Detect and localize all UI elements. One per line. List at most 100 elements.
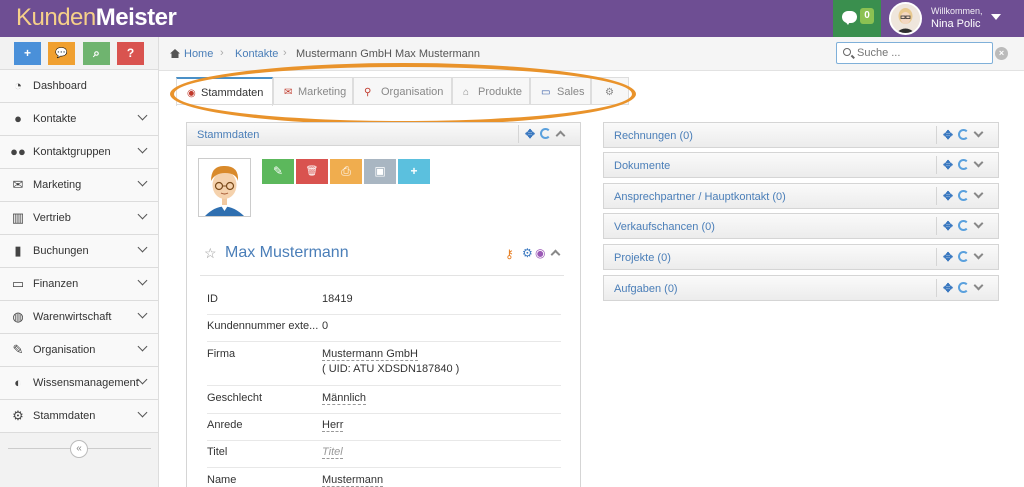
- panel-tools-divider: [936, 126, 937, 144]
- contact-name: Max Mustermann: [225, 244, 349, 261]
- plus-icon: +: [23, 46, 31, 60]
- sidebar-item-label: Vertrieb: [33, 212, 71, 224]
- delete-button[interactable]: 🗑: [296, 159, 328, 184]
- stammdaten-panel: Stammdaten ✥ ✎ 🗑 ⎙ ▣ + ☆ Max Mustermann …: [186, 122, 581, 487]
- app-logo[interactable]: KundenMeister: [16, 4, 177, 32]
- refresh-icon[interactable]: [958, 190, 969, 201]
- sidebar-item-label: Finanzen: [33, 278, 79, 290]
- chevron-up-icon[interactable]: [550, 249, 561, 260]
- sidebar-quick-actions: + 💬 ⌕ ?: [0, 37, 158, 70]
- add-button[interactable]: +: [398, 159, 430, 184]
- quick-add-button[interactable]: +: [14, 42, 41, 65]
- contact-avatar[interactable]: [198, 158, 251, 217]
- field-value[interactable]: Mustermann: [322, 474, 384, 487]
- panel-tools: ✥: [936, 248, 990, 266]
- move-icon[interactable]: ✥: [942, 282, 954, 294]
- move-icon[interactable]: ✥: [942, 129, 954, 141]
- user-menu-caret-icon[interactable]: [991, 14, 1001, 20]
- map-marker-icon: ⚲: [364, 87, 372, 98]
- breadcrumb-contacts[interactable]: Kontakte: [235, 48, 278, 60]
- gear-icon: ⚙: [605, 87, 614, 98]
- edit-button[interactable]: ✎: [262, 159, 294, 184]
- print-button[interactable]: ⎙: [330, 159, 362, 184]
- sidebar-item-marketing[interactable]: ✉ Marketing: [0, 169, 158, 202]
- sidebar-item-stammdaten[interactable]: ⚙ Stammdaten: [0, 400, 158, 433]
- move-icon[interactable]: ✥: [942, 159, 954, 171]
- field-value[interactable]: Herr: [322, 419, 344, 432]
- quick-chat-button[interactable]: 💬: [48, 42, 75, 65]
- tab-label: Produkte: [478, 86, 523, 98]
- chevron-down-icon[interactable]: [973, 188, 984, 199]
- breadcrumb-separator: ›: [220, 47, 224, 59]
- panel-title: Ansprechpartner / Hauptkontakt (0): [614, 191, 786, 203]
- chevron-down-icon[interactable]: [973, 218, 984, 229]
- refresh-icon[interactable]: [958, 282, 969, 293]
- user-name: Nina Polic: [931, 18, 981, 30]
- sidebar-item-finanzen[interactable]: ▭ Finanzen: [0, 268, 158, 301]
- quick-help-button[interactable]: ?: [117, 42, 144, 65]
- move-icon[interactable]: ✥: [942, 220, 954, 232]
- field-value[interactable]: Männlich: [322, 392, 367, 405]
- sidebar-item-kontaktgruppen[interactable]: ●● Kontaktgruppen: [0, 136, 158, 169]
- globe-icon: ◍: [12, 309, 24, 324]
- chevron-up-icon[interactable]: [555, 130, 566, 141]
- field-value: 0: [322, 320, 329, 332]
- favorite-star-icon[interactable]: ☆: [204, 245, 217, 262]
- panel-projekte[interactable]: Projekte (0) ✥: [603, 244, 999, 270]
- refresh-icon[interactable]: [958, 251, 969, 262]
- move-icon[interactable]: ✥: [524, 128, 536, 140]
- panel-tools-divider: [518, 125, 519, 143]
- tab-organisation[interactable]: ⚲ Organisation: [353, 77, 452, 105]
- panel-rechnungen[interactable]: Rechnungen (0) ✥: [603, 122, 999, 148]
- panel-aufgaben[interactable]: Aufgaben (0) ✥: [603, 275, 999, 301]
- move-icon[interactable]: ✥: [942, 190, 954, 202]
- tab-stammdaten[interactable]: ◉ Stammdaten: [176, 77, 273, 106]
- chevron-down-icon[interactable]: [973, 280, 984, 291]
- gear-icon[interactable]: ⚙: [522, 246, 533, 260]
- sidebar-item-organisation[interactable]: ✎ Organisation: [0, 334, 158, 367]
- field-value[interactable]: Titel: [322, 446, 343, 459]
- sidebar-item-wissensmanagement[interactable]: ◐ Wissensmanagement: [0, 367, 158, 400]
- welcome-label: Willkommen,: [931, 6, 983, 16]
- refresh-icon[interactable]: [958, 220, 969, 231]
- chevron-down-icon[interactable]: [973, 157, 984, 168]
- adjust-icon: ◐: [14, 375, 22, 390]
- user-avatar-image: [891, 4, 920, 33]
- field-value[interactable]: Mustermann GmbH: [322, 348, 418, 361]
- search-clear-icon[interactable]: ×: [995, 47, 1008, 60]
- breadcrumb-home[interactable]: Home: [184, 48, 213, 60]
- sidebar-collapse-button[interactable]: «: [70, 440, 88, 458]
- welcome-block[interactable]: Willkommen, Nina Polic: [931, 6, 983, 30]
- sidebar-item-vertrieb[interactable]: ▥ Vertrieb: [0, 202, 158, 235]
- tab-sales[interactable]: ▭ Sales: [530, 77, 591, 105]
- move-icon[interactable]: ✥: [942, 251, 954, 263]
- panel-ansprechpartner[interactable]: Ansprechpartner / Hauptkontakt (0) ✥: [603, 183, 999, 209]
- sidebar-item-warenwirtschaft[interactable]: ◍ Warenwirtschaft: [0, 301, 158, 334]
- chevron-down-icon[interactable]: [973, 127, 984, 138]
- user-avatar[interactable]: [889, 2, 922, 35]
- eye-icon[interactable]: ◉: [535, 246, 545, 260]
- sidebar-item-dashboard[interactable]: ◔ Dashboard: [0, 70, 158, 103]
- chevron-down-icon: [137, 308, 148, 319]
- tab-produkte[interactable]: ⌂ Produkte: [452, 77, 530, 105]
- refresh-icon[interactable]: [540, 128, 551, 139]
- tab-settings[interactable]: ⚙: [591, 77, 629, 105]
- refresh-icon[interactable]: [958, 159, 969, 170]
- sidebar-item-buchungen[interactable]: ▮ Buchungen: [0, 235, 158, 268]
- trash-icon: 🗑: [305, 166, 319, 177]
- search-input[interactable]: [857, 46, 987, 60]
- field-label: Geschlecht: [207, 392, 263, 404]
- sidebar-item-kontakte[interactable]: ● Kontakte: [0, 103, 158, 136]
- sidebar: + 💬 ⌕ ? ◔ Dashboard ● Kontakte ●● Kontak…: [0, 37, 159, 487]
- cogs-icon: ⚙: [12, 408, 24, 423]
- key-icon[interactable]: ⚷: [505, 247, 514, 261]
- chat-notifications-button[interactable]: 0: [833, 0, 881, 37]
- quick-search-button[interactable]: ⌕: [83, 42, 110, 65]
- image-button[interactable]: ▣: [364, 159, 396, 184]
- panel-dokumente[interactable]: Dokumente ✥: [603, 152, 999, 178]
- refresh-icon[interactable]: [958, 129, 969, 140]
- chevron-down-icon[interactable]: [973, 249, 984, 260]
- panel-verkaufschancen[interactable]: Verkaufschancen (0) ✥: [603, 213, 999, 239]
- sidebar-item-label: Wissensmanagement: [33, 377, 139, 389]
- tab-marketing[interactable]: ✉ Marketing: [273, 77, 353, 105]
